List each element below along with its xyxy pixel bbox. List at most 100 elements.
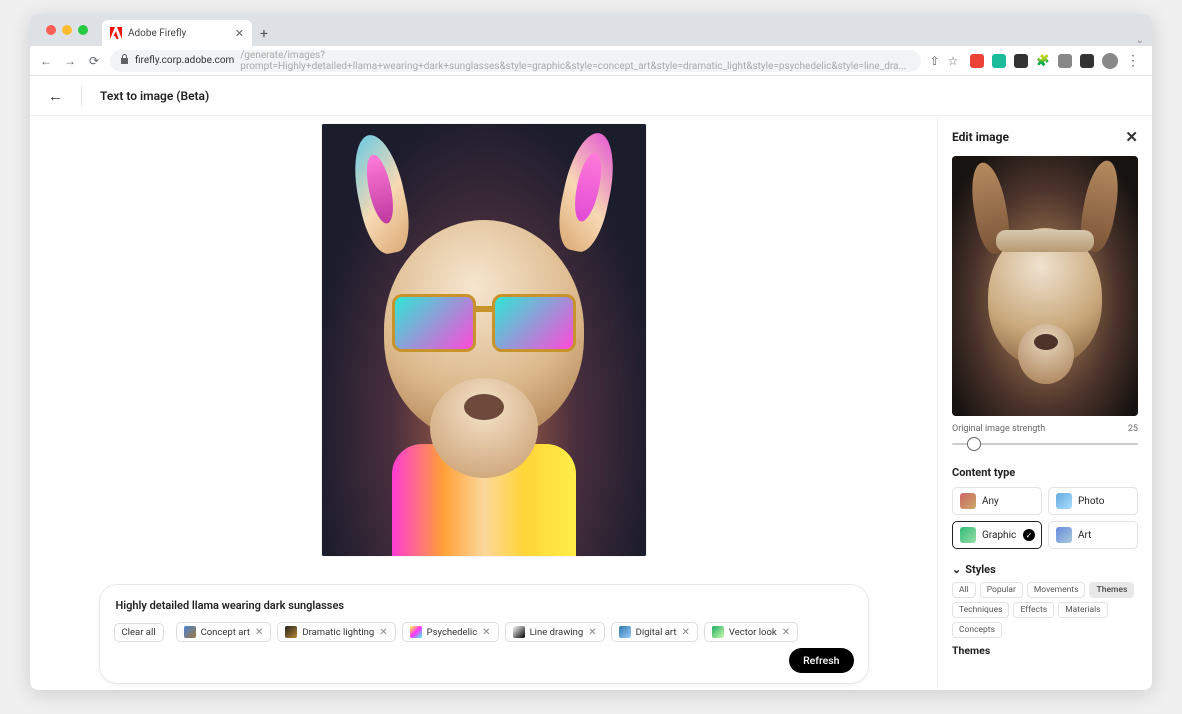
panel-title: Edit image — [952, 130, 1009, 144]
styles-title: Styles — [965, 563, 996, 576]
extension-icon[interactable] — [1080, 54, 1094, 68]
style-tab[interactable]: Themes — [1089, 582, 1134, 598]
style-chip[interactable]: Concept art ✕ — [176, 622, 272, 642]
content-type-label: Art — [1078, 530, 1091, 541]
profile-avatar[interactable] — [1102, 53, 1118, 69]
style-swatch-icon — [619, 626, 631, 638]
minimize-window-icon[interactable] — [62, 25, 72, 35]
source-image-thumbnail[interactable] — [952, 156, 1138, 416]
edit-image-panel: Edit image ✕ Original image strength 25 — [937, 116, 1152, 690]
app-header: ← Text to image (Beta) — [30, 76, 1152, 116]
extension-icon[interactable] — [1058, 54, 1072, 68]
tab-title: Adobe Firefly — [128, 28, 186, 39]
new-tab-button[interactable]: + — [260, 26, 268, 46]
remove-chip-icon[interactable]: ✕ — [681, 627, 689, 638]
style-tab[interactable]: Movements — [1027, 582, 1086, 598]
style-tab[interactable]: Materials — [1058, 602, 1107, 618]
refresh-button[interactable]: Refresh — [789, 648, 853, 673]
style-chip[interactable]: Vector look ✕ — [704, 622, 798, 642]
chip-label: Concept art — [201, 627, 250, 638]
close-panel-icon[interactable]: ✕ — [1125, 128, 1138, 146]
window-controls — [38, 14, 96, 46]
page-title: Text to image (Beta) — [100, 89, 209, 103]
remove-chip-icon[interactable]: ✕ — [782, 627, 790, 638]
chevron-down-icon[interactable]: ⌄ — [952, 563, 961, 576]
chip-label: Dramatic lighting — [302, 627, 374, 638]
browser-toolbar: ← → ⟳ firefly.corp.adobe.com/generate/im… — [30, 46, 1152, 76]
chip-label: Line drawing — [530, 627, 584, 638]
strength-slider[interactable] — [952, 436, 1138, 452]
extensions-menu-icon[interactable]: 🧩 — [1036, 54, 1050, 67]
style-swatch-icon — [285, 626, 297, 638]
content-type-grid: Any Photo Graphic ✓ Art — [952, 487, 1138, 549]
content-type-option[interactable]: Any — [952, 487, 1042, 515]
style-swatch-icon — [184, 626, 196, 638]
style-tab[interactable]: Popular — [980, 582, 1023, 598]
style-chip[interactable]: Digital art ✕ — [611, 622, 698, 642]
chip-label: Vector look — [729, 627, 777, 638]
style-tab[interactable]: All — [952, 582, 976, 598]
clear-all-label: Clear all — [122, 627, 156, 638]
style-chip[interactable]: Psychedelic ✕ — [402, 622, 499, 642]
content-type-option[interactable]: Graphic ✓ — [952, 521, 1042, 549]
style-swatch-icon — [410, 626, 422, 638]
content-type-label: Graphic — [982, 530, 1016, 541]
close-window-icon[interactable] — [46, 25, 56, 35]
prompt-bar: Highly detailed llama wearing dark sungl… — [99, 584, 869, 684]
back-arrow-icon[interactable]: ← — [48, 87, 63, 105]
share-icon[interactable]: ⇧ — [929, 54, 939, 68]
url-path: /generate/images?prompt=Highly+detailed+… — [240, 50, 911, 72]
style-chip[interactable]: Dramatic lighting ✕ — [277, 622, 395, 642]
lock-icon — [120, 54, 129, 67]
style-tab[interactable]: Effects — [1013, 602, 1054, 618]
style-tabs: AllPopularMovementsThemes TechniquesEffec… — [952, 582, 1138, 638]
content-type-title: Content type — [952, 466, 1138, 479]
style-chip[interactable]: Line drawing ✕ — [505, 622, 605, 642]
nav-forward-icon[interactable]: → — [62, 53, 78, 69]
extension-icon[interactable] — [970, 54, 984, 68]
content-type-option[interactable]: Art — [1048, 521, 1138, 549]
style-tab[interactable]: Concepts — [952, 622, 1002, 638]
strength-value: 25 — [1128, 424, 1138, 434]
canvas-column: Highly detailed llama wearing dark sungl… — [30, 116, 937, 690]
strength-slider-row: Original image strength 25 — [952, 424, 1138, 452]
remove-chip-icon[interactable]: ✕ — [482, 627, 490, 638]
prompt-text[interactable]: Highly detailed llama wearing dark sungl… — [114, 597, 854, 622]
clear-all-button[interactable]: Clear all — [114, 623, 164, 642]
browser-window: Adobe Firefly ✕ + ⌄ ← → ⟳ firefly.corp.a… — [30, 14, 1152, 690]
chip-label: Psychedelic — [427, 627, 478, 638]
tabs-dropdown-icon[interactable]: ⌄ — [1136, 35, 1144, 46]
adobe-favicon-icon — [110, 27, 122, 39]
remove-chip-icon[interactable]: ✕ — [379, 627, 387, 638]
content-type-label: Photo — [1078, 496, 1104, 507]
browser-menu-icon[interactable]: ⋮ — [1126, 53, 1140, 69]
nav-reload-icon[interactable]: ⟳ — [86, 53, 102, 69]
content-type-swatch-icon — [960, 527, 976, 543]
style-swatch-icon — [712, 626, 724, 638]
close-tab-icon[interactable]: ✕ — [235, 27, 244, 40]
content-type-swatch-icon — [1056, 493, 1072, 509]
remove-chip-icon[interactable]: ✕ — [588, 627, 596, 638]
themes-heading: Themes — [952, 644, 1138, 657]
extension-icon[interactable] — [1014, 54, 1028, 68]
refresh-label: Refresh — [803, 654, 839, 667]
browser-tab[interactable]: Adobe Firefly ✕ — [102, 20, 252, 46]
prompt-chips-row: Clear all Concept art ✕ Dramatic lighting ✕… — [114, 622, 854, 673]
nav-back-icon[interactable]: ← — [38, 53, 54, 69]
remove-chip-icon[interactable]: ✕ — [255, 627, 263, 638]
content-type-swatch-icon — [1056, 527, 1072, 543]
style-tab[interactable]: Techniques — [952, 602, 1009, 618]
browser-tabstrip: Adobe Firefly ✕ + ⌄ — [30, 14, 1152, 46]
content-type-label: Any — [982, 496, 999, 507]
content-type-swatch-icon — [960, 493, 976, 509]
maximize-window-icon[interactable] — [78, 25, 88, 35]
generated-image[interactable] — [322, 124, 646, 556]
address-bar[interactable]: firefly.corp.adobe.com/generate/images?p… — [110, 50, 921, 72]
content-area: Highly detailed llama wearing dark sungl… — [30, 116, 1152, 690]
check-icon: ✓ — [1023, 529, 1035, 541]
bookmark-icon[interactable]: ☆ — [948, 54, 959, 68]
style-swatch-icon — [513, 626, 525, 638]
content-type-option[interactable]: Photo — [1048, 487, 1138, 515]
chip-label: Digital art — [636, 627, 677, 638]
extension-icon[interactable] — [992, 54, 1006, 68]
